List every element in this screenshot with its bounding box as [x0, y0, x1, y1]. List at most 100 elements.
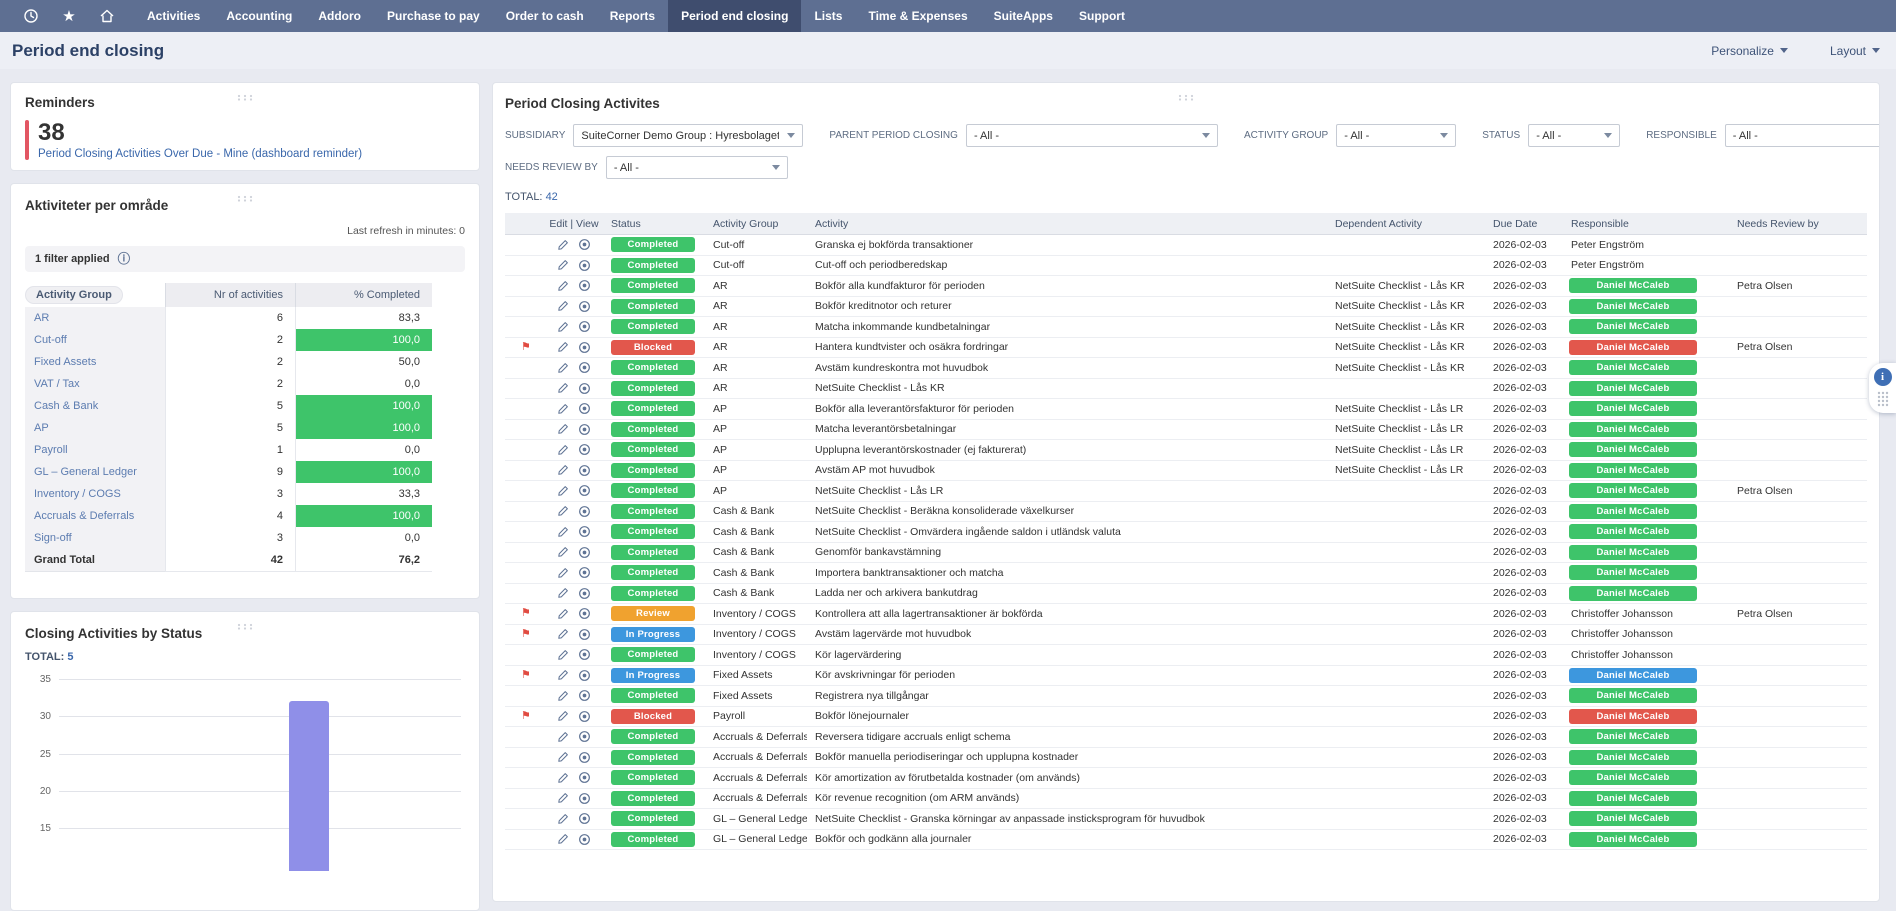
activity-group-link[interactable]: GL – General Ledger: [25, 461, 165, 484]
layout-button[interactable]: Layout: [1830, 44, 1880, 58]
info-icon[interactable]: ⓘ: [118, 253, 131, 266]
edit-pencil-icon[interactable]: [557, 792, 569, 804]
edit-pencil-icon[interactable]: [557, 608, 569, 620]
edit-pencil-icon[interactable]: [557, 403, 569, 415]
edit-pencil-icon[interactable]: [557, 649, 569, 661]
activity-group-link[interactable]: Fixed Assets: [25, 351, 165, 374]
edit-pencil-icon[interactable]: [557, 813, 569, 825]
status-chart-total-value[interactable]: 5: [67, 651, 73, 663]
info-icon[interactable]: i: [1873, 368, 1892, 386]
nav-item-addoro[interactable]: Addoro: [305, 0, 374, 32]
responsible-select[interactable]: - All -: [1724, 124, 1879, 147]
view-icon[interactable]: [578, 751, 591, 764]
personalize-button[interactable]: Personalize: [1711, 44, 1788, 58]
edit-pencil-icon[interactable]: [557, 628, 569, 640]
view-icon[interactable]: [578, 382, 591, 395]
activity-group-link[interactable]: Inventory / COGS: [25, 483, 165, 506]
nav-item-suiteapps[interactable]: SuiteApps: [981, 0, 1066, 32]
main-total-value[interactable]: 42: [546, 191, 558, 203]
recent-records-icon[interactable]: [14, 0, 48, 32]
edit-pencil-icon[interactable]: [557, 464, 569, 476]
edit-pencil-icon[interactable]: [557, 833, 569, 845]
edit-pencil-icon[interactable]: [557, 587, 569, 599]
activity-group-link[interactable]: Payroll: [25, 439, 165, 462]
view-icon[interactable]: [578, 402, 591, 415]
view-icon[interactable]: [578, 812, 591, 825]
view-icon[interactable]: [578, 669, 591, 682]
activity-group-link[interactable]: Cash & Bank: [25, 395, 165, 418]
edit-pencil-icon[interactable]: [557, 710, 569, 722]
edit-pencil-icon[interactable]: [557, 444, 569, 456]
edit-pencil-icon[interactable]: [557, 341, 569, 353]
view-icon[interactable]: [578, 689, 591, 702]
view-icon[interactable]: [578, 792, 591, 805]
view-icon[interactable]: [578, 341, 591, 354]
nav-item-period-end-closing[interactable]: Period end closing: [668, 0, 802, 32]
drag-handle-icon[interactable]: [237, 88, 253, 106]
edit-pencil-icon[interactable]: [557, 526, 569, 538]
view-icon[interactable]: [578, 484, 591, 497]
floating-help-widget[interactable]: i: [1869, 363, 1896, 413]
edit-pencil-icon[interactable]: [557, 567, 569, 579]
shortcuts-star-icon[interactable]: ★: [52, 0, 86, 32]
edit-pencil-icon[interactable]: [557, 259, 569, 271]
edit-pencil-icon[interactable]: [557, 239, 569, 251]
nav-item-activities[interactable]: Activities: [134, 0, 213, 32]
view-icon[interactable]: [578, 833, 591, 846]
status-select[interactable]: - All -: [1528, 124, 1621, 147]
view-icon[interactable]: [578, 238, 591, 251]
nav-item-accounting[interactable]: Accounting: [213, 0, 305, 32]
view-icon[interactable]: [578, 566, 591, 579]
parent-period-closing-select[interactable]: - All -: [965, 124, 1218, 147]
edit-pencil-icon[interactable]: [557, 751, 569, 763]
view-icon[interactable]: [578, 628, 591, 641]
activity-group-link[interactable]: AP: [25, 417, 165, 440]
nav-item-order-to-cash[interactable]: Order to cash: [493, 0, 597, 32]
drag-handle-icon[interactable]: [237, 189, 253, 207]
nav-item-support[interactable]: Support: [1066, 0, 1138, 32]
edit-pencil-icon[interactable]: [557, 300, 569, 312]
view-icon[interactable]: [578, 546, 591, 559]
view-icon[interactable]: [578, 525, 591, 538]
activity-group-link[interactable]: Accruals & Deferrals: [25, 505, 165, 528]
nav-item-time-expenses[interactable]: Time & Expenses: [855, 0, 980, 32]
nav-item-lists[interactable]: Lists: [801, 0, 855, 32]
view-icon[interactable]: [578, 505, 591, 518]
edit-pencil-icon[interactable]: [557, 382, 569, 394]
drag-handle-icon[interactable]: [237, 617, 253, 635]
view-icon[interactable]: [578, 279, 591, 292]
edit-pencil-icon[interactable]: [557, 731, 569, 743]
edit-pencil-icon[interactable]: [557, 280, 569, 292]
activity-group-link[interactable]: AR: [25, 307, 165, 330]
reminder-link[interactable]: Period Closing Activities Over Due - Min…: [38, 148, 362, 160]
edit-pencil-icon[interactable]: [557, 669, 569, 681]
view-icon[interactable]: [578, 730, 591, 743]
view-icon[interactable]: [578, 587, 591, 600]
nav-item-reports[interactable]: Reports: [597, 0, 668, 32]
nav-item-purchase-to-pay[interactable]: Purchase to pay: [374, 0, 493, 32]
activity-group-link[interactable]: Sign-off: [25, 527, 165, 550]
edit-pencil-icon[interactable]: [557, 423, 569, 435]
view-icon[interactable]: [578, 710, 591, 723]
view-icon[interactable]: [578, 423, 591, 436]
view-icon[interactable]: [578, 443, 591, 456]
view-icon[interactable]: [578, 607, 591, 620]
edit-pencil-icon[interactable]: [557, 690, 569, 702]
edit-pencil-icon[interactable]: [557, 321, 569, 333]
activity-group-link[interactable]: Cut-off: [25, 329, 165, 352]
activity-group-link[interactable]: VAT / Tax: [25, 373, 165, 396]
drag-handle-icon[interactable]: [1178, 88, 1194, 106]
view-icon[interactable]: [578, 361, 591, 374]
view-icon[interactable]: [578, 300, 591, 313]
edit-pencil-icon[interactable]: [557, 485, 569, 497]
needs-review-by-select[interactable]: - All -: [605, 156, 788, 179]
subsidiary-select[interactable]: SuiteCorner Demo Group : Hyresbolaget: [573, 124, 804, 147]
view-icon[interactable]: [578, 648, 591, 661]
view-icon[interactable]: [578, 259, 591, 272]
edit-pencil-icon[interactable]: [557, 505, 569, 517]
activity-group-header-chip[interactable]: Activity Group: [25, 286, 123, 304]
edit-pencil-icon[interactable]: [557, 772, 569, 784]
edit-pencil-icon[interactable]: [557, 362, 569, 374]
home-icon[interactable]: [90, 0, 124, 32]
view-icon[interactable]: [578, 464, 591, 477]
